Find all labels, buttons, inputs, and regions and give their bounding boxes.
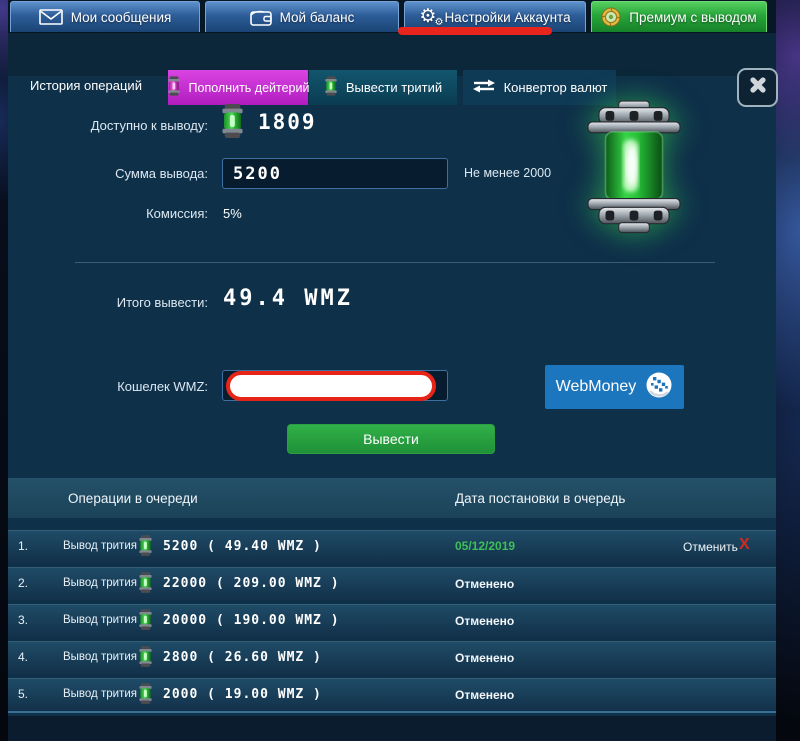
tritium-capsule-icon xyxy=(138,683,153,709)
queue-row: 3. Вывод трития 20000 ( 190.00 WMZ ) Отм… xyxy=(8,604,776,637)
total-value: 49.4 WMZ xyxy=(223,286,353,311)
queue-row: 5. Вывод трития 2000 ( 19.00 WMZ ) Отмен… xyxy=(8,678,776,711)
row-number: 2. xyxy=(18,576,28,590)
queue-col-date: Дата постановки в очередь xyxy=(455,491,625,506)
amount-label: Сумма вывода: xyxy=(28,166,208,181)
available-label: Доступно к выводу: xyxy=(28,118,208,133)
row-amount: 5200 ( 49.40 WMZ ) xyxy=(163,539,322,554)
cancel-x-icon[interactable]: X xyxy=(739,536,750,554)
cancel-link[interactable]: Отменить xyxy=(683,540,738,554)
tritium-capsule-icon xyxy=(138,609,153,635)
row-status: Отменено xyxy=(455,577,514,591)
panel-bottom-strip xyxy=(8,716,776,741)
row-type-label: Вывод трития xyxy=(63,651,137,663)
tritium-capsule-icon xyxy=(324,76,338,99)
medal-icon xyxy=(601,7,621,27)
row-amount: 20000 ( 190.00 WMZ ) xyxy=(163,613,340,628)
tab-label: Настройки Аккаунта xyxy=(444,10,570,25)
screen: Мои сообщения Мой баланс ⚙⚙ Настройки Ак… xyxy=(0,0,800,741)
queue-col-operations: Операции в очереди xyxy=(68,491,198,506)
row-type-label: Вывод трития xyxy=(63,614,137,626)
queue-row: 1. Вывод трития 5200 ( 49.40 WMZ ) 05/12… xyxy=(8,530,776,563)
top-nav: Мои сообщения Мой баланс ⚙⚙ Настройки Ак… xyxy=(8,0,776,33)
subtab-label: Вывести тритий xyxy=(346,80,442,95)
close-button[interactable] xyxy=(737,68,778,107)
wallet-icon xyxy=(250,9,272,26)
tab-my-messages[interactable]: Мои сообщения xyxy=(10,1,200,32)
row-number: 5. xyxy=(18,687,28,701)
commission-value: 5% xyxy=(223,206,242,221)
panel-bottom-edge xyxy=(8,711,776,713)
row-status: Отменено xyxy=(455,651,514,665)
premium-withdraw-panel: Мои сообщения Мой баланс ⚙⚙ Настройки Ак… xyxy=(8,0,776,716)
available-value: 1809 xyxy=(258,110,317,134)
row-type-label: Вывод трития xyxy=(63,540,137,552)
row-amount: 2800 ( 26.60 WMZ ) xyxy=(163,650,322,665)
wallet-redaction-annotation xyxy=(226,371,436,401)
swap-arrows-icon xyxy=(472,79,496,96)
webmoney-logo-icon xyxy=(645,371,673,404)
subtab-withdraw-tritium[interactable]: Вывести тритий xyxy=(309,70,457,105)
amount-hint: Не менее 2000 xyxy=(464,166,551,180)
webmoney-button[interactable]: WebMoney xyxy=(545,365,684,409)
tab-label: Мой баланс xyxy=(280,10,355,25)
commission-label: Комиссия: xyxy=(28,206,208,221)
gear-icon: ⚙⚙ xyxy=(419,7,436,26)
queue-row: 2. Вывод трития 22000 ( 209.00 WMZ ) Отм… xyxy=(8,567,776,600)
subtab-label: История операций xyxy=(30,78,142,93)
section-divider xyxy=(75,262,715,263)
withdraw-button[interactable]: Вывести xyxy=(287,424,495,454)
queue-header: Операции в очереди Дата постановки в оче… xyxy=(8,478,776,518)
row-status: Отменено xyxy=(455,688,514,702)
queue-row: 4. Вывод трития 2800 ( 26.60 WMZ ) Отмен… xyxy=(8,641,776,674)
webmoney-label: WebMoney xyxy=(556,378,637,396)
tritium-capsule-icon xyxy=(220,104,245,143)
row-number: 4. xyxy=(18,650,28,664)
wallet-label: Кошелек WMZ: xyxy=(28,379,208,394)
row-number: 1. xyxy=(18,539,28,553)
date-underline-annotation xyxy=(398,27,552,35)
row-amount: 22000 ( 209.00 WMZ ) xyxy=(163,576,340,591)
tab-premium-withdraw[interactable]: Премиум с выводом xyxy=(591,1,767,32)
envelope-icon xyxy=(39,9,63,25)
tritium-capsule-icon xyxy=(138,646,153,672)
close-icon xyxy=(748,75,768,100)
subtab-operations-history[interactable]: История операций xyxy=(30,78,142,93)
subtab-label: Пополнить дейтерий xyxy=(189,81,310,95)
amount-input[interactable] xyxy=(222,158,448,189)
row-type-label: Вывод трития xyxy=(63,688,137,700)
total-label: Итого вывести: xyxy=(28,295,208,310)
sub-nav: История операций Пополнить дейтерий Выве… xyxy=(8,33,776,76)
tritium-capsule-image xyxy=(568,100,700,243)
deuterium-capsule-icon xyxy=(167,76,181,99)
tritium-capsule-icon xyxy=(138,535,153,561)
row-date: 05/12/2019 xyxy=(455,539,515,553)
tab-label: Мои сообщения xyxy=(71,10,172,25)
row-status: Отменено xyxy=(455,614,514,628)
row-amount: 2000 ( 19.00 WMZ ) xyxy=(163,687,322,702)
subtab-label: Конвертор валют xyxy=(504,80,608,95)
subtab-topup-deuterium[interactable]: Пополнить дейтерий xyxy=(168,70,308,105)
tab-label: Премиум с выводом xyxy=(629,10,756,25)
tritium-capsule-icon xyxy=(138,572,153,598)
row-number: 3. xyxy=(18,613,28,627)
row-type-label: Вывод трития xyxy=(63,577,137,589)
tab-my-balance[interactable]: Мой баланс xyxy=(205,1,399,32)
